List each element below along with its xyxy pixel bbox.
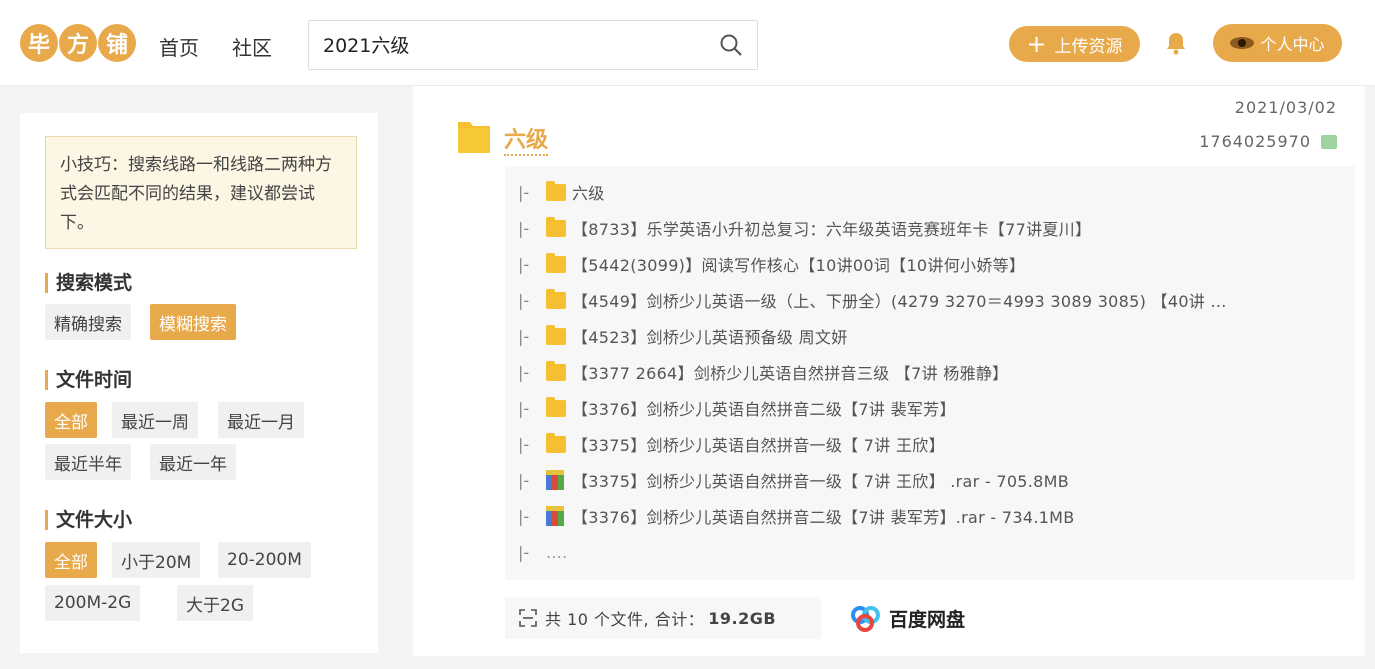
tree-pipe: |- [518,362,530,382]
tree-pipe: |- [518,470,530,490]
site-logo[interactable]: 毕 方 铺 [20,24,137,62]
search-mode-title: 搜索模式 [45,273,132,293]
summary-size: 19.2GB [708,608,777,628]
tree-item-name: 【3375】剑桥少儿英语自然拼音一级【 7讲 王欣】 .rar - 705.8M… [572,472,1070,491]
search-icon[interactable] [719,33,743,61]
share-date: 2021/03/02 [1234,98,1337,117]
file-summary: 共 10 个文件, 合计： 19.2GB [505,597,821,639]
filter-time-all[interactable]: 全部 [45,402,97,438]
logo-char: 铺 [98,24,136,62]
filter-time-month[interactable]: 最近一月 [218,402,304,438]
rar-file-icon [546,470,564,490]
file-time-title: 文件时间 [45,370,132,390]
folder-icon [546,180,566,201]
plus-icon: + [1026,30,1047,58]
tree-pipe: |- [518,398,530,418]
tree-pipe: |- [518,434,530,454]
filter-time-year[interactable]: 最近一年 [150,444,236,480]
filter-size-gt2g[interactable]: 大于2G [177,585,253,621]
tree-pipe: |- [518,506,530,526]
folder-icon [546,432,566,453]
tree-item-name: 【4549】剑桥少儿英语一级（上、下册全）(4279 3270＝4993 308… [572,292,1227,311]
user-center-label: 个人中心 [1260,35,1325,54]
search-box [308,20,758,70]
folder-icon [546,324,566,345]
filter-time-week[interactable]: 最近一周 [112,402,198,438]
tree-row: |- 六级 [518,180,1338,204]
logo-char: 毕 [20,24,58,62]
file-tree: |- 六级 |- 【8733】乐学英语小升初总复习：六年级英语竞赛班年卡【77讲… [505,166,1355,580]
search-tip: 小技巧：搜索线路一和线路二两种方式会匹配不同的结果，建议都尝试下。 [45,136,357,249]
filter-sidebar: 小技巧：搜索线路一和线路二两种方式会匹配不同的结果，建议都尝试下。 搜索模式 精… [20,113,378,653]
rar-file-icon [546,506,564,526]
folder-icon [457,118,491,158]
tree-pipe: |- [518,290,530,310]
user-center-button[interactable]: 个人中心 [1213,24,1342,62]
tree-row: |- .... [518,540,1338,564]
filter-size-all[interactable]: 全部 [45,542,97,578]
nav-community-link[interactable]: 社区 [232,32,272,61]
tree-pipe: |- [518,254,530,274]
file-size-title: 文件大小 [45,510,132,530]
summary-text: 共 10 个文件, 合计： [545,610,705,629]
tree-row: |- 【4523】剑桥少儿英语预备级 周文妍 [518,324,1338,348]
filter-size-lt20m[interactable]: 小于20M [112,542,201,578]
folder-icon [546,252,566,273]
tree-pipe: |- [518,182,530,202]
tree-item-name: 【4523】剑桥少儿英语预备级 周文妍 [572,328,848,347]
filter-fuzzy-search[interactable]: 模糊搜索 [150,304,236,340]
baidu-cloud-icon [849,603,883,633]
upload-resource-button[interactable]: + 上传资源 [1009,26,1140,62]
tree-row: |- 【4549】剑桥少儿英语一级（上、下册全）(4279 3270＝4993 … [518,288,1338,312]
nav-home-link[interactable]: 首页 [159,32,199,61]
folder-icon [546,288,566,309]
tree-pipe: |- [518,326,530,346]
tree-item-name: 【3376】剑桥少儿英语自然拼音二级【7讲 裴军芳】.rar - 734.1MB [572,508,1075,527]
baidu-pan-button[interactable]: 百度网盘 [837,597,981,639]
upload-label: 上传资源 [1054,36,1123,57]
tree-item-name: 【5442(3099)】阅读写作核心【10讲00词【10讲何小娇等】 [572,256,1026,275]
filter-size-20-200m[interactable]: 20-200M [218,542,311,578]
sharer-info: 1764025970 [1199,132,1337,151]
search-input[interactable] [323,21,703,67]
folder-icon [546,396,566,417]
expand-icon [519,609,537,627]
tree-row: |- 【3375】剑桥少儿英语自然拼音一级【 7讲 王欣】 .rar - 705… [518,468,1338,492]
tree-item-name: 【3377 2664】剑桥少儿英语自然拼音三级 【7讲 杨雅静】 [572,364,1009,383]
tree-item-name: 【8733】乐学英语小升初总复习：六年级英语竞赛班年卡【77讲夏川】 [572,220,1092,239]
folder-icon [546,216,566,237]
tree-row: |- 【3377 2664】剑桥少儿英语自然拼音三级 【7讲 杨雅静】 [518,360,1338,384]
tree-row: |- 【8733】乐学英语小升初总复习：六年级英语竞赛班年卡【77讲夏川】 [518,216,1338,240]
tree-more: .... [546,542,568,562]
result-card: 2021/03/02 1764025970 六级 |- 六级 |- 【8733】… [413,86,1365,656]
result-title-link[interactable]: 六级 [504,122,549,156]
tree-row: |- 【3376】剑桥少儿英语自然拼音二级【7讲 裴军芳】 [518,396,1338,420]
folder-icon [546,360,566,381]
filter-exact-search[interactable]: 精确搜索 [45,304,131,340]
logo-char: 方 [59,24,97,62]
tree-pipe: |- [518,218,530,238]
bell-icon[interactable] [1163,30,1189,60]
tree-row: |- 【3376】剑桥少儿英语自然拼音二级【7讲 裴军芳】.rar - 734.… [518,504,1338,528]
top-header: 毕 方 铺 首页 社区 + 上传资源 个人中心 [0,0,1375,86]
tree-item-name: 六级 [572,184,605,203]
filter-size-200m-2g[interactable]: 200M-2G [45,585,141,621]
tree-row: |- 【5442(3099)】阅读写作核心【10讲00词【10讲何小娇等】 [518,252,1338,276]
share-platform-icon [1321,134,1337,149]
tree-pipe: |- [518,542,530,562]
tree-item-name: 【3375】剑桥少儿英语自然拼音一级【 7讲 王欣】 [572,436,945,455]
eye-icon [1230,37,1255,49]
provider-name: 百度网盘 [889,608,966,631]
sharer-id: 1764025970 [1199,132,1311,151]
tree-row: |- 【3375】剑桥少儿英语自然拼音一级【 7讲 王欣】 [518,432,1338,456]
filter-time-half-year[interactable]: 最近半年 [45,444,131,480]
tree-item-name: 【3376】剑桥少儿英语自然拼音二级【7讲 裴军芳】 [572,400,956,419]
